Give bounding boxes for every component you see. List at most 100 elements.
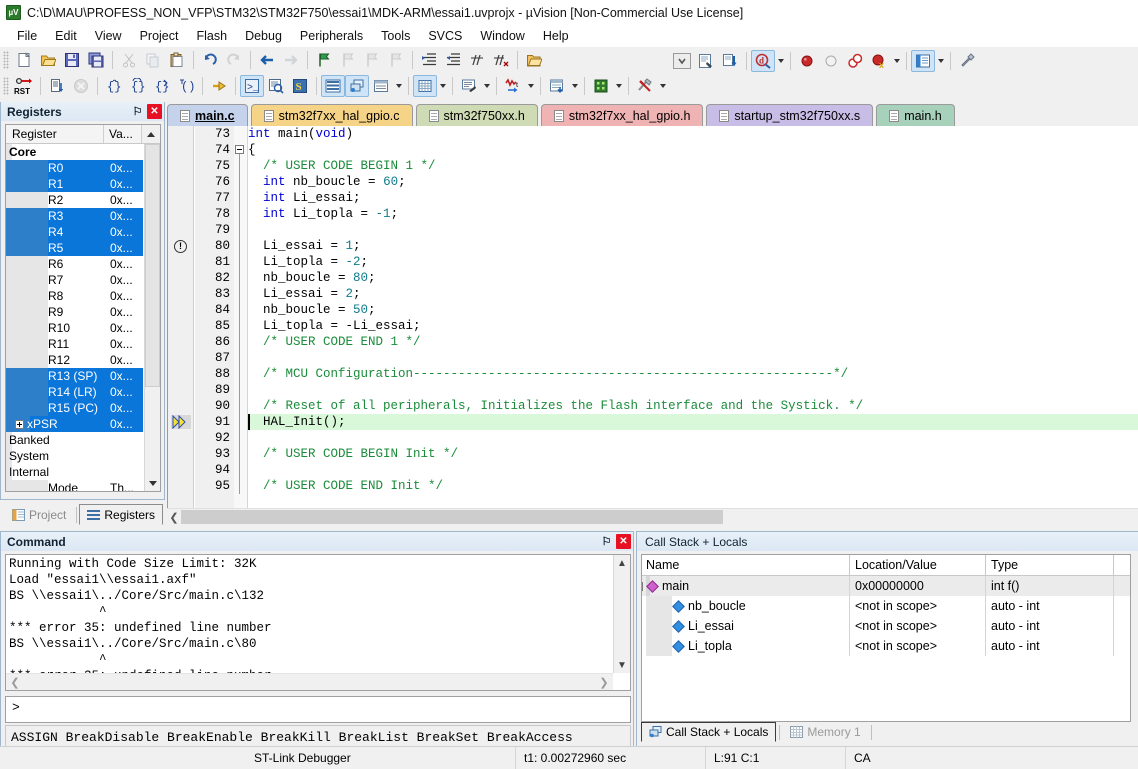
register-row[interactable]: R8 0x...	[6, 288, 143, 304]
menu-item-window[interactable]: Window	[471, 27, 533, 45]
call-stack-row[interactable]: Li_topla <not in scope> auto - int	[642, 636, 1130, 656]
debug-session-dropdown-icon[interactable]	[775, 50, 786, 72]
register-row[interactable]: R7 0x...	[6, 272, 143, 288]
code-line[interactable]: nb_boucle = 80;	[248, 270, 1138, 286]
gutter-cell[interactable]	[168, 318, 193, 334]
editor-tab-stm32f750xx-h[interactable]: stm32f750xx.h	[415, 104, 538, 126]
column-header-value[interactable]: Va...	[104, 125, 142, 143]
code-line[interactable]: Li_essai = 2;	[248, 286, 1138, 302]
code-line[interactable]: HAL_Init();	[248, 414, 1138, 430]
system-analyzer-dropdown-icon[interactable]	[613, 75, 624, 97]
command-horizontal-scrollbar[interactable]: ❮ ❯	[6, 673, 613, 690]
expand-icon[interactable]	[15, 419, 24, 429]
register-row[interactable]: Mode Th...	[6, 480, 143, 491]
gutter-cell[interactable]	[168, 254, 193, 270]
editor-tab-main-h[interactable]: main.h	[876, 104, 955, 126]
insert-breakpoint-icon[interactable]	[795, 50, 819, 72]
scroll-left-button[interactable]: ❮	[167, 509, 181, 525]
menu-item-edit[interactable]: Edit	[46, 27, 86, 45]
code-line[interactable]	[248, 462, 1138, 478]
gutter-cell[interactable]	[168, 462, 193, 478]
gutter-cell[interactable]	[168, 478, 193, 494]
registers-window-icon[interactable]	[321, 75, 345, 97]
gutter-cell[interactable]	[168, 174, 193, 190]
toolbox-dropdown-icon[interactable]	[657, 75, 668, 97]
open-file-icon[interactable]	[36, 49, 60, 71]
close-icon[interactable]: ✕	[616, 534, 631, 549]
command-window-icon[interactable]: >_	[240, 75, 264, 97]
gutter-cell[interactable]: !	[168, 238, 193, 254]
editor-horizontal-scrollbar[interactable]: ❮	[167, 508, 1138, 525]
editor-tab-stm32f7xx-hal-gpio-c[interactable]: stm32f7xx_hal_gpio.c	[250, 104, 413, 126]
register-row[interactable]: R2 0x...	[6, 192, 143, 208]
code-line[interactable]	[248, 382, 1138, 398]
undo-icon[interactable]	[198, 49, 222, 71]
enable-breakpoint-icon[interactable]	[819, 50, 843, 72]
editor-tab-stm32f7xx-hal-gpio-h[interactable]: stm32f7xx_hal_gpio.h	[540, 104, 704, 126]
call-stack-row[interactable]: nb_boucle <not in scope> auto - int	[642, 596, 1130, 616]
comment-icon[interactable]	[465, 49, 489, 71]
menu-item-flash[interactable]: Flash	[187, 27, 236, 45]
code-line[interactable]: /* USER CODE BEGIN 1 */	[248, 158, 1138, 174]
register-row[interactable]: R11 0x...	[6, 336, 143, 352]
code-line[interactable]: /* USER CODE END Init */	[248, 478, 1138, 494]
register-row[interactable]: R0 0x...	[6, 160, 143, 176]
code-line[interactable]: Li_topla = -2;	[248, 254, 1138, 270]
command-input[interactable]: >	[5, 696, 631, 723]
gutter-cell[interactable]	[168, 430, 193, 446]
code-line[interactable]: /* USER CODE END 1 */	[248, 334, 1138, 350]
code-line[interactable]: Li_essai = 1;	[248, 238, 1138, 254]
toolbar-grip[interactable]	[3, 77, 9, 95]
kill-all-breakpoints-icon[interactable]: x	[867, 50, 891, 72]
code-line[interactable]: /* MCU Configuration--------------------…	[248, 366, 1138, 382]
scroll-left-button[interactable]: ❮	[7, 674, 23, 690]
analysis-windows-dropdown-icon[interactable]	[525, 75, 536, 97]
code-line[interactable]: nb_boucle = 50;	[248, 302, 1138, 318]
cut-icon[interactable]	[117, 49, 141, 71]
editor-code-lines[interactable]: int main(void){ /* USER CODE BEGIN 1 */ …	[248, 126, 1138, 508]
close-icon[interactable]: ✕	[147, 104, 162, 119]
editor-marker-gutter[interactable]: !	[168, 126, 194, 508]
editor-tab-main-c[interactable]: main.c	[167, 104, 248, 126]
tab-memory-1[interactable]: Memory 1	[783, 722, 867, 742]
collapse-icon[interactable]	[642, 581, 643, 591]
register-row[interactable]: R5 0x...	[6, 240, 143, 256]
register-row[interactable]: Banked	[6, 432, 143, 448]
pin-icon[interactable]: ⚐	[130, 104, 145, 119]
serial-windows-icon[interactable]	[457, 75, 481, 97]
register-row[interactable]: R15 (PC) 0x...	[6, 400, 143, 416]
command-vertical-scrollbar[interactable]: ▲ ▼	[613, 555, 630, 673]
navigate-forward-icon[interactable]	[279, 49, 303, 71]
manage-runtime-icon[interactable]	[718, 50, 742, 72]
gutter-cell[interactable]	[168, 366, 193, 382]
tab-project[interactable]: Project	[4, 504, 74, 525]
menu-item-peripherals[interactable]: Peripherals	[291, 27, 372, 45]
code-line[interactable]: /* Reset of all peripherals, Initializes…	[248, 398, 1138, 414]
watch-windows-icon[interactable]	[369, 75, 393, 97]
code-line[interactable]	[248, 350, 1138, 366]
register-row[interactable]: R3 0x...	[6, 208, 143, 224]
menu-item-view[interactable]: View	[86, 27, 131, 45]
system-analyzer-icon[interactable]	[589, 75, 613, 97]
register-row[interactable]: R1 0x...	[6, 176, 143, 192]
menu-item-project[interactable]: Project	[131, 27, 188, 45]
disassembly-window-icon[interactable]	[264, 75, 288, 97]
register-row[interactable]: R10 0x...	[6, 320, 143, 336]
code-line[interactable]: int main(void)	[248, 126, 1138, 142]
scroll-up-button[interactable]: ▲	[614, 555, 630, 571]
step-icon[interactable]: {}	[102, 75, 126, 97]
gutter-cell[interactable]	[168, 334, 193, 350]
uncomment-icon[interactable]	[489, 49, 513, 71]
call-stack-row[interactable]: main 0x00000000 int f()	[642, 576, 1130, 596]
toolbar-grip[interactable]	[3, 51, 9, 69]
gutter-cell[interactable]	[168, 414, 193, 430]
register-row[interactable]: Internal	[6, 464, 143, 480]
column-header-type[interactable]: Type	[986, 555, 1114, 576]
watch-windows-dropdown-icon[interactable]	[393, 75, 404, 97]
tab-call-stack-locals[interactable]: Call Stack + Locals	[641, 722, 777, 742]
editor-text-area[interactable]: ! 73 74 75 76 77 78 79 80 81 82 83 84 85 86 87 88 89 90 91…	[167, 126, 1138, 508]
debug-session-icon[interactable]: d	[751, 49, 775, 72]
gutter-cell[interactable]	[168, 126, 193, 142]
scroll-down-button[interactable]: ▼	[614, 657, 630, 673]
disable-all-breakpoints-icon[interactable]	[843, 50, 867, 72]
